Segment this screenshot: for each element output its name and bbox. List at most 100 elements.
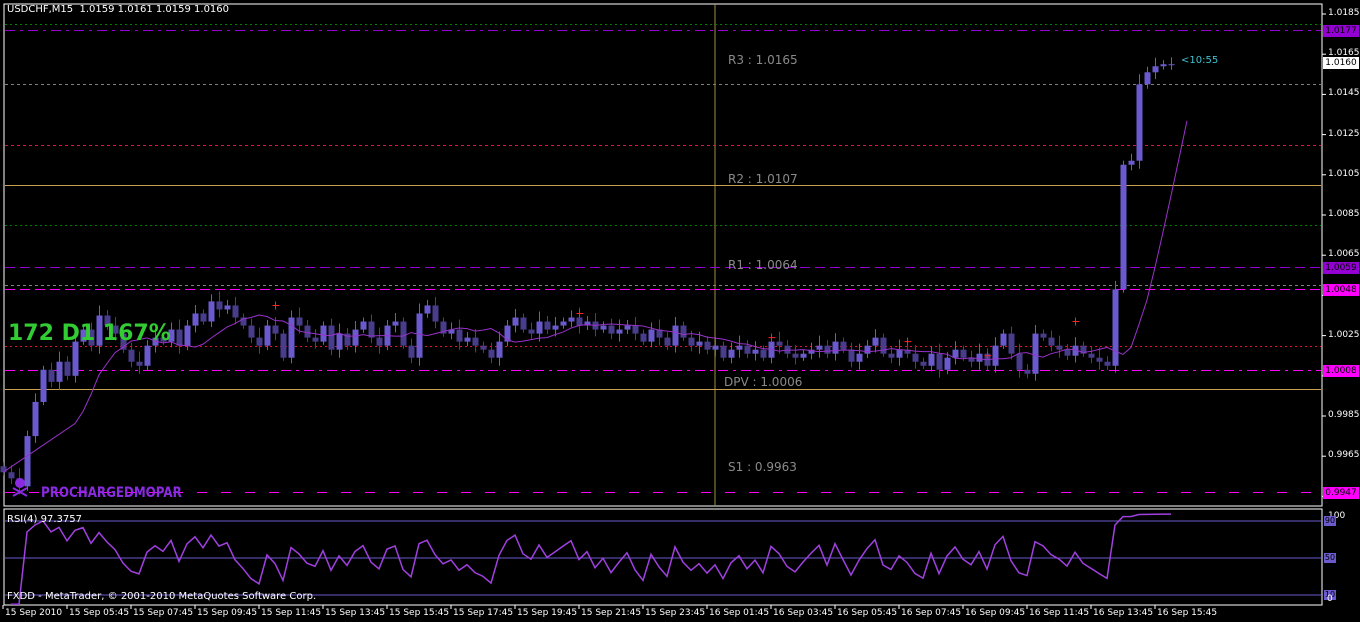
candle-body	[200, 313, 207, 322]
time-tick-label: 16 Sep 07:45	[901, 608, 962, 618]
candle-body	[480, 345, 487, 350]
candle-body	[976, 353, 983, 362]
candle-body	[816, 345, 823, 350]
candle-body	[192, 313, 199, 326]
candle-body	[328, 325, 335, 350]
candle-body	[648, 329, 655, 342]
price-tick-label: 1.0125	[1328, 128, 1360, 139]
candle-body	[24, 436, 31, 487]
candle-body	[1024, 369, 1031, 374]
price-tick-label: 1.0025	[1328, 329, 1360, 340]
candle-body	[952, 349, 959, 358]
candle-body	[568, 317, 575, 322]
candle-body	[512, 317, 519, 326]
candle-body	[1160, 64, 1167, 67]
candle-body	[296, 317, 303, 326]
pivot-r3-label: R3 : 1.0165	[728, 53, 798, 67]
candle-body	[312, 337, 319, 342]
candle-body	[776, 341, 783, 346]
candle-body	[368, 321, 375, 338]
candle-body	[336, 333, 343, 350]
candle-body	[48, 369, 55, 382]
candle-body	[672, 325, 679, 346]
candle-body	[912, 353, 919, 362]
candle-body	[360, 321, 367, 330]
candle-body	[184, 325, 191, 346]
candle-body	[216, 301, 223, 310]
candle-body	[432, 305, 439, 322]
time-tick-label: 15 Sep 11:45	[261, 608, 322, 618]
candle-body	[1128, 160, 1135, 165]
time-tick-label: 15 Sep 19:45	[517, 608, 578, 618]
candle-body	[424, 305, 431, 314]
candle-body	[32, 401, 39, 437]
time-tick-label: 16 Sep 03:45	[773, 608, 834, 618]
pivot-r2-label: R2 : 1.0107	[728, 172, 798, 186]
candle-body	[1008, 333, 1015, 354]
candle-body	[320, 325, 327, 342]
candle-body	[632, 325, 639, 334]
fractal-marker	[904, 337, 912, 346]
candle-body	[856, 353, 863, 362]
candle-body	[1144, 72, 1151, 85]
candle-body	[728, 349, 735, 358]
ohlc-values: 1.0159 1.0161 1.0159 1.0160	[79, 4, 230, 15]
level-price-tag: 1.0059	[1323, 261, 1359, 274]
candle-body	[920, 361, 927, 366]
current-price-tag: 1.0160	[1323, 57, 1359, 69]
level-price-tag: 1.0008	[1323, 364, 1359, 377]
candle-body	[488, 349, 495, 358]
time-tick-label: 15 Sep 23:45	[645, 608, 706, 618]
candle-body	[880, 337, 887, 354]
price-tick-label: 1.0085	[1328, 209, 1360, 219]
candle-body	[864, 345, 871, 354]
time-tick-label: 16 Sep 09:45	[965, 608, 1026, 618]
candle-body	[288, 317, 295, 358]
level-price-tag: 1.0048	[1323, 283, 1359, 296]
candle-body	[1088, 353, 1095, 358]
bar-countdown: <10:55	[1181, 55, 1219, 66]
time-tick-label: 15 Sep 21:45	[581, 608, 642, 618]
rsi-axis-0: 0	[1327, 594, 1333, 604]
candle-body	[688, 337, 695, 346]
candle-body	[264, 325, 271, 346]
candle-body	[576, 317, 583, 326]
candle-body	[64, 361, 71, 376]
candle-body	[640, 333, 647, 342]
candle-body	[176, 329, 183, 346]
candle-body	[696, 341, 703, 346]
candle-body	[792, 353, 799, 358]
price-tick-label: 1.0145	[1328, 88, 1360, 99]
candle-body	[536, 321, 543, 334]
price-tick-label: 1.0065	[1328, 249, 1360, 260]
moving-average	[2, 120, 1188, 473]
pivot-r1-label: R1 : 1.0064	[728, 258, 798, 272]
fractal-marker	[272, 301, 280, 310]
candle-body	[504, 325, 511, 342]
candle-body	[528, 329, 535, 334]
time-tick-label: 15 Sep 2010	[5, 608, 63, 618]
candle-body	[376, 337, 383, 346]
candle-body	[1096, 357, 1103, 362]
time-tick-label: 15 Sep 05:45	[69, 608, 130, 618]
ma-line	[2, 120, 1188, 473]
candle-body	[832, 341, 839, 354]
time-tick-label: 15 Sep 17:45	[453, 608, 514, 618]
candle-body	[232, 305, 239, 318]
candle-body	[208, 301, 215, 322]
candle-body	[272, 325, 279, 334]
time-tick-label: 15 Sep 09:45	[197, 608, 258, 618]
candle-body	[888, 353, 895, 358]
candle-body	[752, 349, 759, 354]
candle-body	[1056, 345, 1063, 350]
level-price-tag: 1.0177	[1323, 24, 1359, 37]
candle-body	[8, 472, 15, 479]
chart-canvas[interactable]	[0, 0, 1360, 622]
candle-body	[600, 325, 607, 330]
candle-body	[680, 325, 687, 338]
candle-body	[624, 325, 631, 330]
candle-body	[616, 329, 623, 334]
watermark-text: PROCHARGEDMOPAR	[41, 485, 182, 501]
time-tick-label: 16 Sep 15:45	[1157, 608, 1218, 618]
candles	[0, 57, 1175, 495]
